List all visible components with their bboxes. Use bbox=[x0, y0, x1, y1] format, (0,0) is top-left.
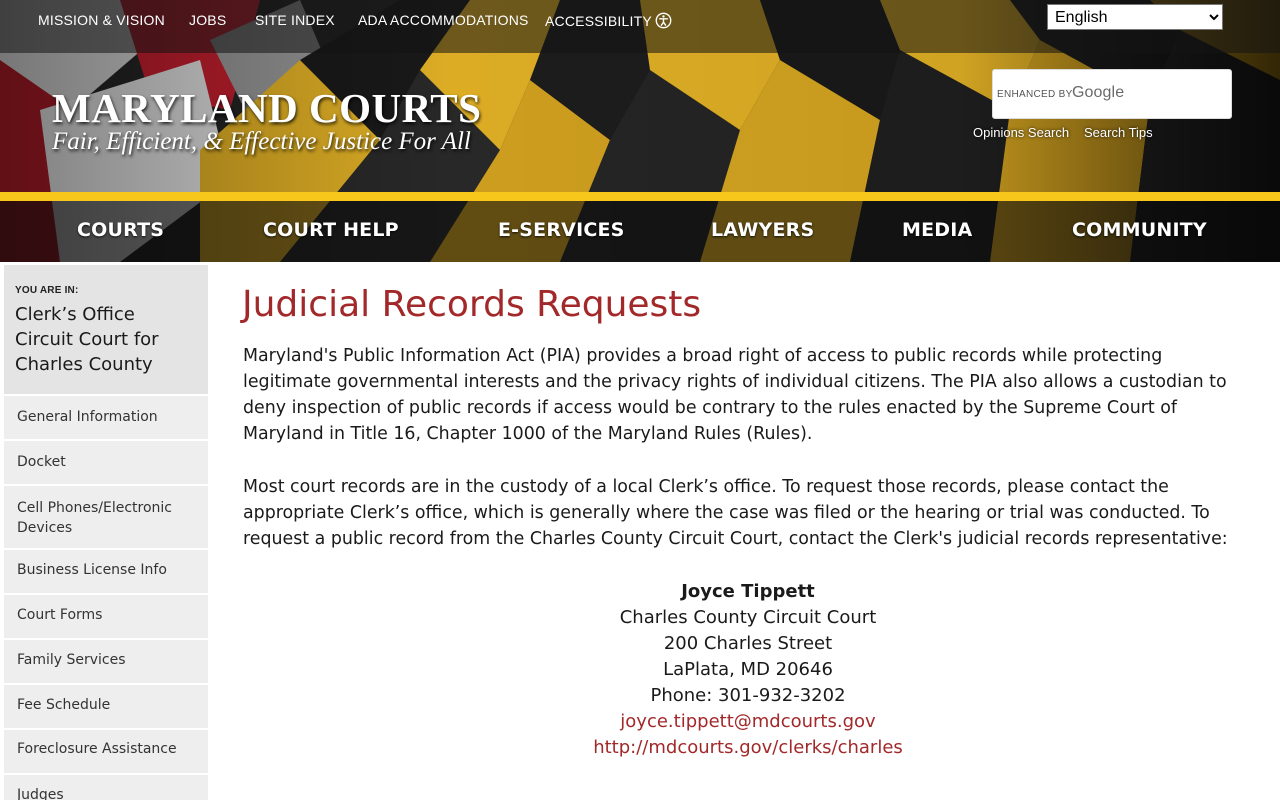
contact-street: 200 Charles Street bbox=[663, 633, 833, 654]
sidebar-item-judges[interactable]: Judges bbox=[4, 773, 208, 800]
nav-court-help[interactable]: COURT HELP bbox=[263, 219, 399, 241]
sidebar-item-docket[interactable]: Docket bbox=[4, 439, 208, 484]
nav-e-services[interactable]: E-SERVICES bbox=[498, 219, 625, 241]
language-select[interactable]: English bbox=[1047, 4, 1223, 30]
main-nav: COURTS COURT HELP E-SERVICES LAWYERS MED… bbox=[0, 201, 1280, 262]
contact-city: LaPlata, MD 20646 bbox=[663, 659, 833, 680]
sidebar-item-family-services[interactable]: Family Services bbox=[4, 638, 208, 683]
accessibility-icon bbox=[655, 12, 672, 29]
you-are-in-label: YOU ARE IN: bbox=[15, 285, 79, 296]
nav-lawyers[interactable]: LAWYERS bbox=[711, 219, 814, 241]
gold-stripe bbox=[0, 192, 1280, 201]
contact-website-link[interactable]: http://mdcourts.gov/clerks/charles bbox=[498, 735, 998, 761]
util-link-accessibility-label: ACCESSIBILITY bbox=[545, 13, 652, 29]
util-link-ada-accommodations[interactable]: ADA ACCOMMODATIONS bbox=[358, 12, 529, 28]
sidebar: YOU ARE IN: Clerk’s Office Circuit Court… bbox=[4, 265, 208, 800]
search-box[interactable]: ENHANCED BY Google bbox=[992, 69, 1232, 119]
sidebar-item-cell-phones[interactable]: Cell Phones/Electronic Devices bbox=[4, 484, 208, 548]
contact-email-link[interactable]: joyce.tippett@mdcourts.gov bbox=[498, 709, 998, 735]
nav-courts[interactable]: COURTS bbox=[77, 219, 164, 241]
contact-phone: Phone: 301-932-3202 bbox=[650, 685, 846, 706]
util-link-site-index[interactable]: SITE INDEX bbox=[255, 12, 335, 28]
util-link-mission-vision[interactable]: MISSION & VISION bbox=[38, 12, 165, 28]
util-link-accessibility[interactable]: ACCESSIBILITY bbox=[545, 12, 672, 29]
sidebar-item-fee-schedule[interactable]: Fee Schedule bbox=[4, 683, 208, 728]
sidebar-item-foreclosure-assistance[interactable]: Foreclosure Assistance bbox=[4, 728, 208, 773]
nav-media[interactable]: MEDIA bbox=[902, 219, 972, 241]
contact-block: Joyce Tippett Charles County Circuit Cou… bbox=[498, 579, 998, 761]
sidebar-item-court-forms[interactable]: Court Forms bbox=[4, 593, 208, 638]
sidebar-item-business-license[interactable]: Business License Info bbox=[4, 548, 208, 593]
nav-community[interactable]: COMMUNITY bbox=[1072, 219, 1207, 241]
intro-paragraph: Maryland's Public Information Act (PIA) … bbox=[243, 346, 1227, 444]
you-are-in-title: Clerk’s Office Circuit Court for Charles… bbox=[15, 304, 159, 375]
contact-name: Joyce Tippett bbox=[681, 581, 815, 602]
opinions-search-link[interactable]: Opinions Search bbox=[973, 125, 1069, 140]
site-header: MISSION & VISION JOBS SITE INDEX ADA ACC… bbox=[0, 0, 1280, 262]
custody-paragraph: Most court records are in the custody of… bbox=[243, 477, 1228, 549]
contact-organization: Charles County Circuit Court bbox=[619, 607, 877, 628]
search-tips-link[interactable]: Search Tips bbox=[1084, 125, 1153, 140]
util-link-jobs[interactable]: JOBS bbox=[189, 12, 226, 28]
site-logo-title[interactable]: MARYLAND COURTS bbox=[52, 84, 481, 132]
site-logo-tagline: Fair, Efficient, & Effective Justice For… bbox=[52, 128, 471, 155]
you-are-in-box: YOU ARE IN: Clerk’s Office Circuit Court… bbox=[4, 265, 208, 394]
page-title: Judicial Records Requests bbox=[242, 284, 702, 325]
sidebar-item-general-information[interactable]: General Information bbox=[4, 394, 208, 439]
search-input[interactable] bbox=[993, 70, 1231, 118]
